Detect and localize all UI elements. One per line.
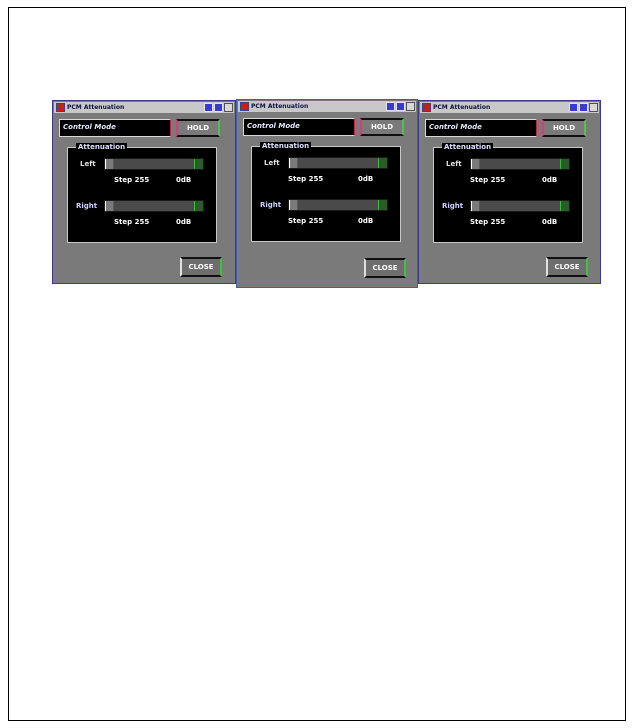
left-slider-thumb[interactable]	[289, 158, 298, 168]
hold-button[interactable]: HOLD	[542, 119, 586, 137]
right-slider[interactable]	[470, 200, 570, 212]
window-title: PCM Attenuation	[67, 104, 125, 111]
right-slider[interactable]	[288, 199, 388, 211]
right-slider-end-button[interactable]	[378, 200, 387, 210]
title-bar[interactable]: PCM Attenuation	[54, 102, 234, 113]
title-bar[interactable]: PCM Attenuation	[238, 101, 416, 112]
right-step-value: Step 255	[114, 218, 150, 226]
group-title: Attenuation	[260, 142, 312, 150]
left-slider-thumb[interactable]	[105, 159, 114, 169]
maximize-icon[interactable]	[396, 102, 405, 111]
attenuation-window-2: PCM Attenuation Control Mode HOLD Attenu…	[236, 99, 418, 288]
document-page: PCM Attenuation Control Mode HOLD Attenu…	[8, 7, 626, 721]
minimize-icon[interactable]	[386, 102, 395, 111]
left-slider[interactable]	[470, 158, 570, 170]
close-button[interactable]: CLOSE	[180, 257, 222, 277]
app-icon	[240, 102, 249, 111]
left-step-value: Step 255	[114, 176, 150, 184]
control-mode-label: Control Mode	[247, 122, 300, 130]
left-db-value: 0dB	[358, 175, 374, 183]
close-button[interactable]: CLOSE	[546, 257, 588, 277]
right-label: Right	[260, 201, 282, 209]
close-button[interactable]: CLOSE	[364, 258, 406, 278]
window-title: PCM Attenuation	[251, 103, 309, 110]
close-icon[interactable]	[224, 103, 233, 112]
left-step-value: Step 255	[288, 175, 324, 183]
left-label: Left	[80, 160, 96, 168]
hold-button[interactable]: HOLD	[360, 118, 404, 136]
right-db-value: 0dB	[358, 217, 374, 225]
control-mode-label: Control Mode	[63, 123, 116, 131]
right-step-value: Step 255	[288, 217, 324, 225]
right-label: Right	[76, 202, 98, 210]
close-icon[interactable]	[406, 102, 415, 111]
hold-button[interactable]: HOLD	[176, 119, 220, 137]
control-mode-box: Control Mode	[59, 119, 171, 137]
minimize-icon[interactable]	[204, 103, 213, 112]
maximize-icon[interactable]	[214, 103, 223, 112]
right-slider-thumb[interactable]	[471, 201, 480, 211]
right-slider-thumb[interactable]	[105, 201, 114, 211]
control-mode-label: Control Mode	[429, 123, 482, 131]
left-slider-end-button[interactable]	[194, 159, 203, 169]
right-db-value: 0dB	[542, 218, 558, 226]
right-slider-end-button[interactable]	[194, 201, 203, 211]
attenuation-group: Attenuation Left Step 255 0dB Right Step…	[67, 143, 217, 243]
left-slider[interactable]	[104, 158, 204, 170]
right-label: Right	[442, 202, 464, 210]
right-slider[interactable]	[104, 200, 204, 212]
left-slider-end-button[interactable]	[378, 158, 387, 168]
attenuation-group: Attenuation Left Step 255 0dB Right Step…	[433, 143, 583, 243]
right-slider-thumb[interactable]	[289, 200, 298, 210]
left-slider-end-button[interactable]	[560, 159, 569, 169]
group-title: Attenuation	[76, 143, 128, 151]
title-bar[interactable]: PCM Attenuation	[420, 102, 599, 113]
maximize-icon[interactable]	[579, 103, 588, 112]
group-title: Attenuation	[442, 143, 494, 151]
left-db-value: 0dB	[542, 176, 558, 184]
close-icon[interactable]	[589, 103, 598, 112]
right-slider-end-button[interactable]	[560, 201, 569, 211]
window-title: PCM Attenuation	[433, 104, 491, 111]
left-step-value: Step 255	[470, 176, 506, 184]
right-step-value: Step 255	[470, 218, 506, 226]
app-icon	[56, 103, 65, 112]
left-label: Left	[446, 160, 462, 168]
left-slider-thumb[interactable]	[471, 159, 480, 169]
minimize-icon[interactable]	[569, 103, 578, 112]
app-icon	[422, 103, 431, 112]
left-db-value: 0dB	[176, 176, 192, 184]
control-mode-box: Control Mode	[425, 119, 537, 137]
control-mode-box: Control Mode	[243, 118, 355, 136]
attenuation-window-1: PCM Attenuation Control Mode HOLD Attenu…	[52, 100, 236, 284]
attenuation-group: Attenuation Left Step 255 0dB Right Step…	[251, 142, 401, 242]
left-label: Left	[264, 159, 280, 167]
attenuation-window-3: PCM Attenuation Control Mode HOLD Attenu…	[418, 100, 601, 284]
left-slider[interactable]	[288, 157, 388, 169]
right-db-value: 0dB	[176, 218, 192, 226]
